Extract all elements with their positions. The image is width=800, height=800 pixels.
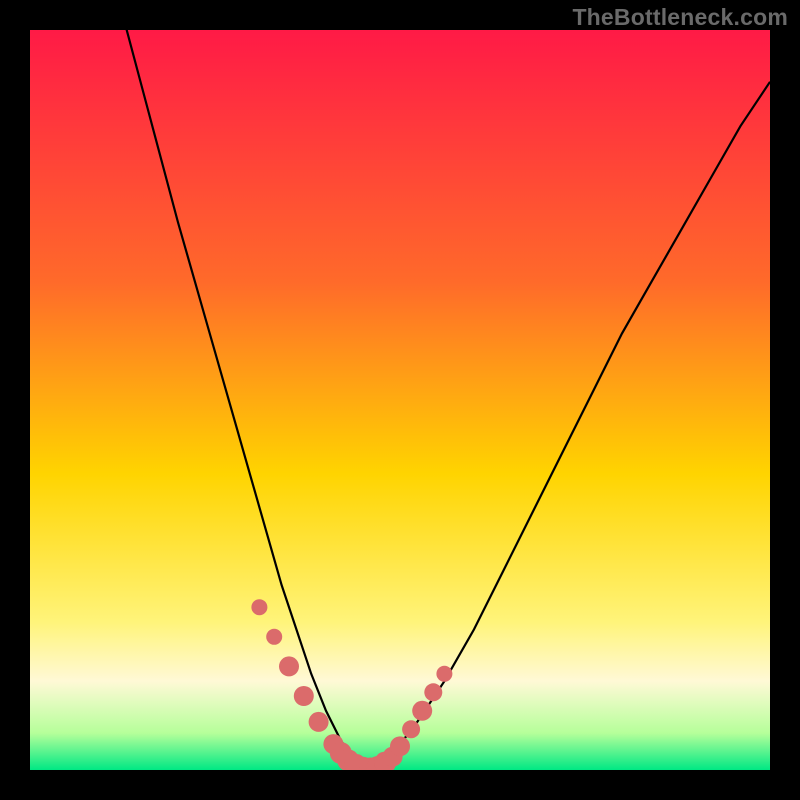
highlight-marker <box>266 629 282 645</box>
highlight-marker <box>309 712 329 732</box>
highlight-marker <box>390 736 410 756</box>
highlight-marker <box>251 599 267 615</box>
highlight-marker <box>279 656 299 676</box>
chart-svg <box>30 30 770 770</box>
highlight-marker <box>294 686 314 706</box>
highlight-marker <box>412 701 432 721</box>
gradient-background <box>30 30 770 770</box>
watermark-text: TheBottleneck.com <box>572 4 788 31</box>
highlight-marker <box>436 666 452 682</box>
plot-area <box>30 30 770 770</box>
highlight-marker <box>424 683 442 701</box>
chart-frame: TheBottleneck.com <box>0 0 800 800</box>
highlight-marker <box>402 720 420 738</box>
